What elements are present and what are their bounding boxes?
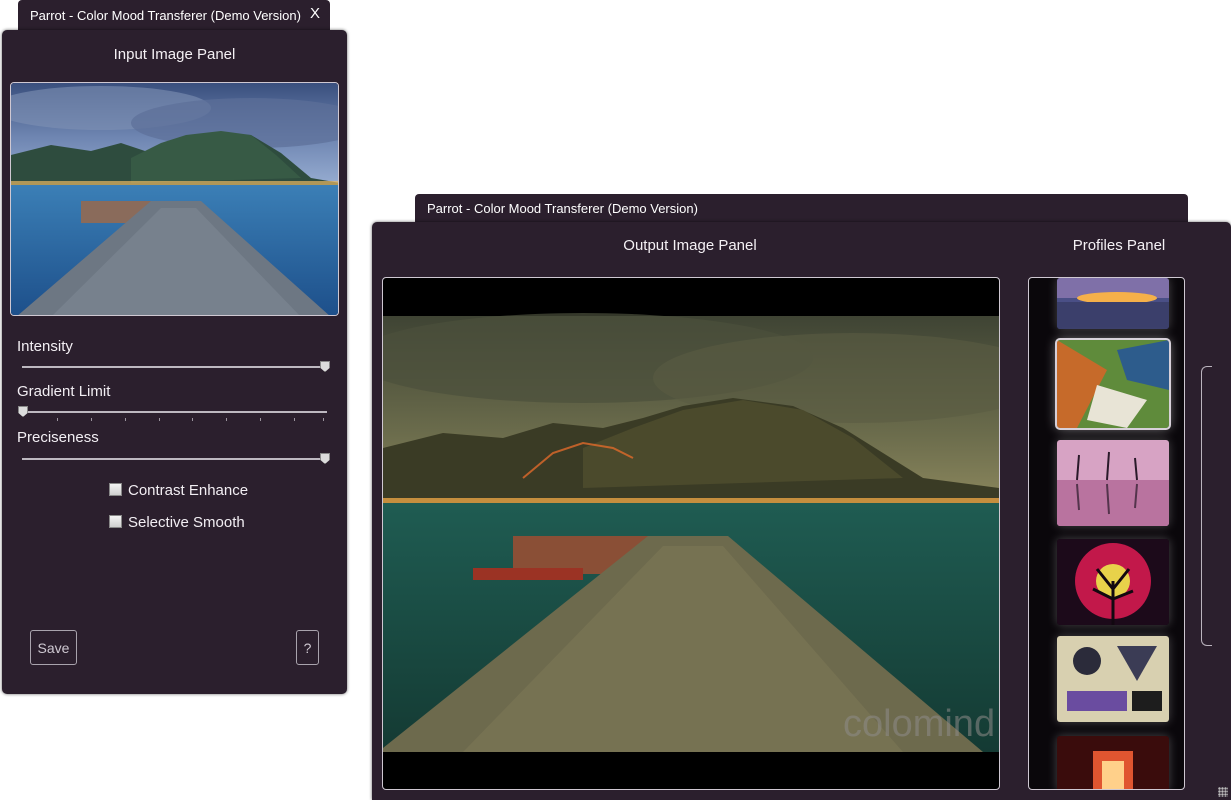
preciseness-label: Preciseness	[17, 429, 99, 446]
output-window: Output Image Panel Profiles Panel colomi…	[372, 222, 1231, 800]
pink-palm-graphic	[1057, 440, 1169, 526]
input-window-title: Parrot - Color Mood Transferer (Demo Ver…	[30, 7, 301, 23]
red-tree-graphic	[1057, 539, 1169, 625]
profiles-panel-title: Profiles Panel	[1072, 237, 1166, 254]
intensity-label: Intensity	[17, 338, 73, 355]
contrast-enhance-checkbox[interactable]	[109, 483, 122, 496]
contrast-enhance-label[interactable]: Contrast Enhance	[128, 482, 248, 499]
abstract-painting-graphic	[1057, 340, 1169, 428]
selective-smooth-label[interactable]: Selective Smooth	[128, 514, 245, 531]
sunset-lake-graphic	[1057, 278, 1169, 329]
input-image[interactable]	[10, 82, 339, 316]
kandinsky-graphic	[1057, 636, 1169, 722]
red-fireplace-thumbnail[interactable]	[1057, 736, 1169, 789]
preciseness-slider-thumb[interactable]	[320, 453, 330, 464]
output-image[interactable]: colomind	[382, 277, 1000, 790]
pink-palm-reflection-thumbnail[interactable]	[1057, 440, 1169, 526]
output-window-titlebar[interactable]: Parrot - Color Mood Transferer (Demo Ver…	[415, 194, 1188, 222]
gradient-limit-slider-track[interactable]	[22, 411, 327, 413]
gradient-limit-slider-thumb[interactable]	[18, 406, 28, 417]
save-button[interactable]: Save	[30, 630, 77, 665]
preciseness-slider-track[interactable]	[22, 458, 327, 460]
close-button[interactable]: X	[310, 5, 320, 22]
resize-grip-icon[interactable]	[1218, 787, 1228, 797]
profiles-scroll-indicator[interactable]	[1201, 366, 1212, 646]
abstract-painting-thumbnail[interactable]	[1055, 338, 1171, 430]
input-window-titlebar[interactable]: Parrot - Color Mood Transferer (Demo Ver…	[18, 0, 330, 30]
help-button[interactable]: ?	[296, 630, 319, 665]
output-image-graphic: colomind	[383, 313, 999, 752]
selective-smooth-checkbox[interactable]	[109, 515, 122, 528]
profiles-list[interactable]	[1028, 277, 1185, 790]
sunset-lake-thumbnail[interactable]	[1057, 278, 1169, 329]
fireplace-graphic	[1057, 736, 1169, 789]
intensity-slider-track[interactable]	[22, 366, 327, 368]
input-panel-title: Input Image Panel	[113, 46, 236, 63]
intensity-slider-thumb[interactable]	[320, 361, 330, 372]
input-image-panel: Input Image Panel Intensity Gradient Lim…	[2, 30, 347, 694]
output-watermark: colomind	[843, 703, 995, 745]
kandinsky-composition-thumbnail[interactable]	[1057, 636, 1169, 722]
red-tree-moon-thumbnail[interactable]	[1057, 539, 1169, 625]
output-panel-title: Output Image Panel	[623, 237, 757, 254]
gradient-limit-label: Gradient Limit	[17, 383, 111, 400]
input-image-graphic	[11, 83, 338, 315]
output-window-title: Parrot - Color Mood Transferer (Demo Ver…	[427, 200, 698, 216]
